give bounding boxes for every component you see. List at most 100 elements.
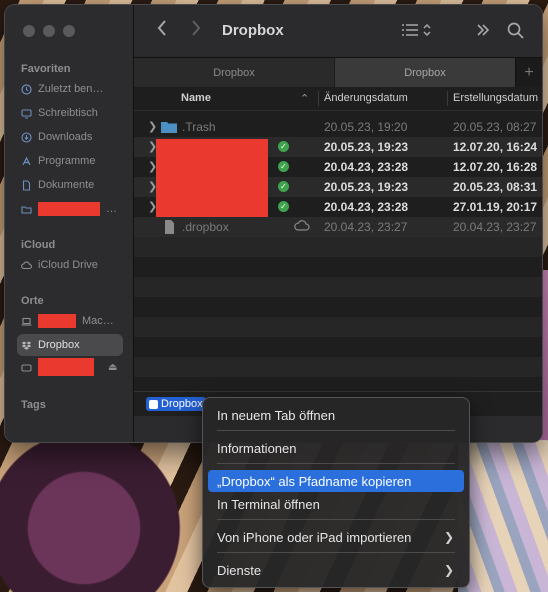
sidebar-item-drive[interactable]: ⏏ xyxy=(17,357,123,377)
chevron-right-icon: ❯ xyxy=(443,530,454,544)
chevron-right-icon: ❯ xyxy=(443,563,454,577)
sidebar-item-recents[interactable]: Zuletzt ben… xyxy=(17,79,123,99)
file-browser: Dropbox Dropbox Dropbox + Name ⌃ Änderun… xyxy=(134,5,542,442)
menu-separator xyxy=(217,552,455,553)
column-header: Name ⌃ Änderungsdatum Erstellungsdatum xyxy=(134,87,542,111)
path-label: Dropbox xyxy=(161,398,203,410)
tab-label: Dropbox xyxy=(213,66,255,79)
menu-item-label: Informationen xyxy=(217,440,297,456)
file-created: 12.07.20, 16:28 xyxy=(453,160,538,174)
sidebar-item-label: … xyxy=(106,203,117,215)
clock-icon xyxy=(21,83,32,95)
redacted-label xyxy=(38,314,76,328)
chevron-right-icon[interactable] xyxy=(190,19,202,43)
menu-item-open-in-new-tab[interactable]: In neuem Tab öffnen xyxy=(208,404,464,426)
file-created: 20.04.23, 23:27 xyxy=(453,220,537,234)
chevron-right-icon[interactable]: ❯ xyxy=(148,120,157,133)
sidebar-item-label: Programme xyxy=(38,155,96,167)
dropbox-icon xyxy=(149,399,158,409)
file-created: 20.05.23, 08:27 xyxy=(453,120,537,134)
sidebar-item-folder[interactable]: … xyxy=(17,199,123,219)
file-name: .Trash xyxy=(182,120,216,134)
file-created: 12.07.20, 16:24 xyxy=(453,140,538,154)
path-item-dropbox[interactable]: Dropbox xyxy=(146,397,206,411)
sync-check-icon: ✓ xyxy=(278,201,289,212)
menu-separator xyxy=(217,519,455,520)
empty-rows xyxy=(134,237,542,377)
file-modified: 20.04.23, 23:28 xyxy=(324,160,409,174)
laptop-icon xyxy=(21,316,32,327)
menu-separator xyxy=(217,430,455,431)
double-chevron-right-icon[interactable] xyxy=(475,22,491,42)
window-title: Dropbox xyxy=(222,22,284,39)
sidebar-item-label: Downloads xyxy=(38,131,93,143)
sidebar-item-label: Mac… xyxy=(82,315,114,327)
menu-item-import-from-iphone[interactable]: Von iPhone oder iPad importieren ❯ xyxy=(208,526,464,548)
menu-item-get-info[interactable]: Informationen xyxy=(208,437,464,459)
zoom-button[interactable] xyxy=(63,25,75,37)
table-row[interactable]: .dropbox 20.04.23, 23:27 20.04.23, 23:27 xyxy=(134,217,542,237)
sidebar-item-applications[interactable]: Programme xyxy=(17,151,123,171)
sidebar-section-favorites: Favoriten xyxy=(21,63,71,75)
menu-separator xyxy=(217,463,455,464)
sidebar-item-label: iCloud Drive xyxy=(38,259,98,271)
chevron-left-icon[interactable] xyxy=(156,19,168,43)
tab-label: Dropbox xyxy=(404,66,446,79)
column-divider[interactable] xyxy=(447,91,448,106)
column-name[interactable]: Name xyxy=(181,92,211,104)
window-controls xyxy=(23,25,75,37)
sidebar-section-tags: Tags xyxy=(21,399,46,411)
sidebar-item-documents[interactable]: Dokumente xyxy=(17,175,123,195)
tab-dropbox-2[interactable]: Dropbox xyxy=(335,58,515,87)
sidebar-item-mac[interactable]: Mac… xyxy=(17,311,123,331)
menu-item-label: Dienste xyxy=(217,562,262,578)
sidebar-section-icloud: iCloud xyxy=(21,239,56,251)
table-row[interactable]: ❯ .Trash 20.05.23, 19:20 20.05.23, 08:27 xyxy=(134,117,542,137)
file-modified: 20.04.23, 23:28 xyxy=(324,200,409,214)
eject-icon[interactable]: ⏏ xyxy=(108,362,117,373)
sidebar-item-desktop[interactable]: Schreibtisch xyxy=(17,103,123,123)
column-modified[interactable]: Änderungsdatum xyxy=(324,92,408,104)
sidebar-item-dropbox[interactable]: Dropbox xyxy=(17,334,123,356)
search-icon[interactable] xyxy=(507,22,524,43)
cloud-icon xyxy=(294,220,310,235)
sidebar: Favoriten Zuletzt ben… Schreibtisch Down… xyxy=(5,5,134,442)
file-modified: 20.05.23, 19:20 xyxy=(324,120,408,134)
sidebar-item-label: Zuletzt ben… xyxy=(38,83,104,95)
sidebar-item-downloads[interactable]: Downloads xyxy=(17,127,123,147)
column-divider[interactable] xyxy=(318,91,319,106)
new-tab-button[interactable]: + xyxy=(515,58,542,87)
cloud-icon xyxy=(21,260,33,271)
sidebar-item-label: Dropbox xyxy=(38,339,80,351)
menu-item-open-in-terminal[interactable]: In Terminal öffnen xyxy=(208,493,464,515)
sidebar-item-icloud-drive[interactable]: iCloud Drive xyxy=(17,255,123,275)
redacted-file-names xyxy=(156,139,268,217)
menu-item-label: In neuem Tab öffnen xyxy=(217,407,336,423)
context-menu: In neuem Tab öffnen Informationen „Dropb… xyxy=(202,397,470,588)
dropbox-icon xyxy=(21,340,32,351)
wallpaper-shape xyxy=(0,432,210,592)
file-name: .dropbox xyxy=(182,220,229,234)
menu-item-label: Von iPhone oder iPad importieren xyxy=(217,529,412,545)
minimize-button[interactable] xyxy=(43,25,55,37)
menu-item-copy-pathname[interactable]: „Dropbox“ als Pfadname kopieren xyxy=(208,470,464,492)
apps-icon xyxy=(21,156,32,167)
column-created[interactable]: Erstellungsdatum xyxy=(453,92,538,104)
tab-dropbox-1[interactable]: Dropbox xyxy=(134,58,334,87)
file-created: 27.01.19, 20:17 xyxy=(453,200,538,214)
menu-item-label: In Terminal öffnen xyxy=(217,496,320,512)
folder-icon xyxy=(21,204,32,215)
finder-window: Favoriten Zuletzt ben… Schreibtisch Down… xyxy=(4,4,543,443)
menu-item-services[interactable]: Dienste ❯ xyxy=(208,559,464,581)
redacted-label xyxy=(38,358,94,376)
close-button[interactable] xyxy=(23,25,35,37)
wallpaper-shape xyxy=(458,440,548,592)
toolbar: Dropbox xyxy=(134,5,542,57)
sort-chevron-up-icon[interactable]: ⌃ xyxy=(300,92,309,105)
redacted-label xyxy=(38,202,100,216)
sync-check-icon: ✓ xyxy=(278,181,289,192)
file-modified: 20.05.23, 19:23 xyxy=(324,140,409,154)
list-view-icon[interactable] xyxy=(400,22,434,42)
sync-check-icon: ✓ xyxy=(278,161,289,172)
sidebar-item-label: Dokumente xyxy=(38,179,95,191)
